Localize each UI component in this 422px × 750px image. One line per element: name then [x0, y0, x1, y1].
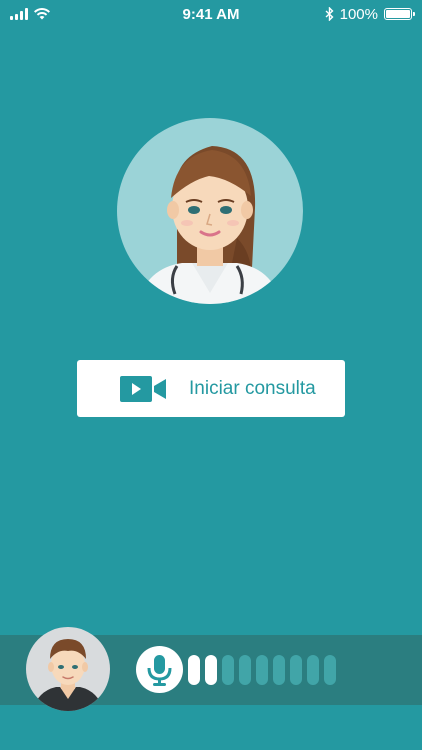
audio-level-bar [205, 655, 217, 685]
audio-level-bar [324, 655, 336, 685]
audio-level-bar [307, 655, 319, 685]
start-consultation-button[interactable]: Iniciar consulta [77, 360, 345, 417]
audio-level-bar [188, 655, 200, 685]
bluetooth-icon [325, 7, 334, 21]
signal-icon [10, 8, 28, 20]
audio-level-bar [290, 655, 302, 685]
status-left [10, 8, 50, 20]
audio-level-bar [256, 655, 268, 685]
battery-percent: 100% [339, 5, 378, 23]
microphone-icon [147, 655, 172, 686]
audio-level-bar [273, 655, 285, 685]
start-consultation-label: Iniciar consulta [189, 378, 316, 399]
wifi-icon [34, 8, 50, 20]
audio-level-bar [222, 655, 234, 685]
status-right: 100% [325, 5, 415, 23]
audio-level-bar [239, 655, 251, 685]
doctor-avatar [117, 118, 303, 304]
battery-icon [384, 8, 415, 20]
user-avatar [26, 627, 110, 711]
microphone-button[interactable] [136, 646, 183, 693]
video-camera-icon [120, 376, 166, 402]
status-bar: 9:41 AM 100% [0, 0, 422, 28]
